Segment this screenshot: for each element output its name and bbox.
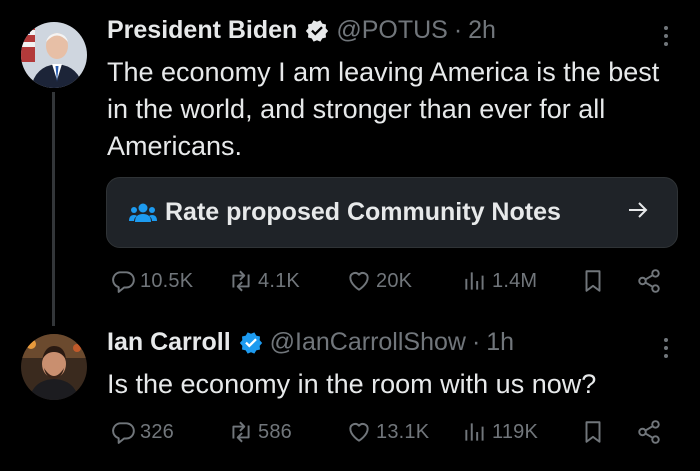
- views-button[interactable]: 119K: [462, 419, 538, 445]
- tweet-potus[interactable]: President Biden @POTUS · 2h The economy …: [0, 0, 700, 310]
- repost-button[interactable]: 4.1K: [228, 268, 300, 294]
- share-button[interactable]: [636, 268, 666, 294]
- avatar-iancarroll[interactable]: [21, 334, 87, 400]
- reply-button[interactable]: 10.5K: [110, 268, 193, 294]
- like-icon: [349, 271, 369, 291]
- bookmark-button[interactable]: [580, 268, 610, 294]
- tweet-header: Ian Carroll @IanCarrollShow · 1h: [107, 328, 514, 357]
- more-icon[interactable]: [664, 338, 670, 358]
- share-icon: [638, 269, 660, 293]
- tweet-iancarroll[interactable]: Ian Carroll @IanCarrollShow · 1h Is the …: [0, 310, 700, 471]
- like-icon: [349, 422, 369, 442]
- verified-badge-icon: [304, 18, 330, 44]
- tweet-text: The economy I am leaving America is the …: [107, 57, 660, 161]
- views-icon: [465, 272, 484, 290]
- repost-icon: [232, 421, 250, 443]
- repost-count: 4.1K: [258, 269, 300, 292]
- bookmark-icon: [585, 421, 601, 443]
- repost-count: 586: [258, 420, 292, 443]
- tweet-text: Is the economy in the room with us now?: [107, 369, 597, 399]
- reply-icon: [112, 422, 135, 444]
- reply-count: 10.5K: [140, 269, 194, 292]
- view-count: 119K: [492, 420, 539, 443]
- arrow-right-icon: [627, 199, 649, 221]
- share-button[interactable]: [636, 419, 666, 445]
- author-name[interactable]: Ian Carroll: [107, 328, 231, 357]
- like-count: 20K: [376, 269, 413, 292]
- tweet-actions: 326 586 13.1K 119K: [0, 419, 700, 453]
- author-handle[interactable]: @POTUS: [336, 16, 448, 45]
- author-handle[interactable]: @IanCarrollShow: [270, 328, 466, 357]
- like-button[interactable]: 20K: [346, 268, 412, 294]
- like-count: 13.1K: [376, 420, 430, 443]
- reply-icon: [112, 271, 135, 293]
- repost-icon: [232, 270, 250, 292]
- avatar-potus[interactable]: [21, 22, 87, 88]
- timestamp[interactable]: 1h: [486, 328, 514, 357]
- tweet-header: President Biden @POTUS · 2h: [107, 16, 496, 45]
- community-notes-icon: [129, 201, 157, 225]
- more-icon[interactable]: [664, 26, 670, 46]
- reply-count: 326: [140, 420, 174, 443]
- timestamp[interactable]: 2h: [468, 16, 496, 45]
- like-button[interactable]: 13.1K: [346, 419, 429, 445]
- community-notes-button[interactable]: Rate proposed Community Notes: [106, 177, 678, 248]
- bookmark-icon: [585, 270, 601, 292]
- separator-dot: ·: [453, 16, 463, 44]
- views-icon: [465, 423, 484, 441]
- share-icon: [638, 420, 660, 444]
- repost-button[interactable]: 586: [228, 419, 292, 445]
- verified-badge-icon: [238, 330, 264, 356]
- separator-dot: ·: [471, 328, 481, 356]
- reply-button[interactable]: 326: [110, 419, 174, 445]
- view-count: 1.4M: [492, 269, 538, 292]
- author-name[interactable]: President Biden: [107, 16, 297, 45]
- community-notes-label: Rate proposed Community Notes: [165, 198, 561, 226]
- bookmark-button[interactable]: [580, 419, 610, 445]
- tweet-actions: 10.5K 4.1K 20K 1.4M: [0, 268, 700, 302]
- views-button[interactable]: 1.4M: [462, 268, 537, 294]
